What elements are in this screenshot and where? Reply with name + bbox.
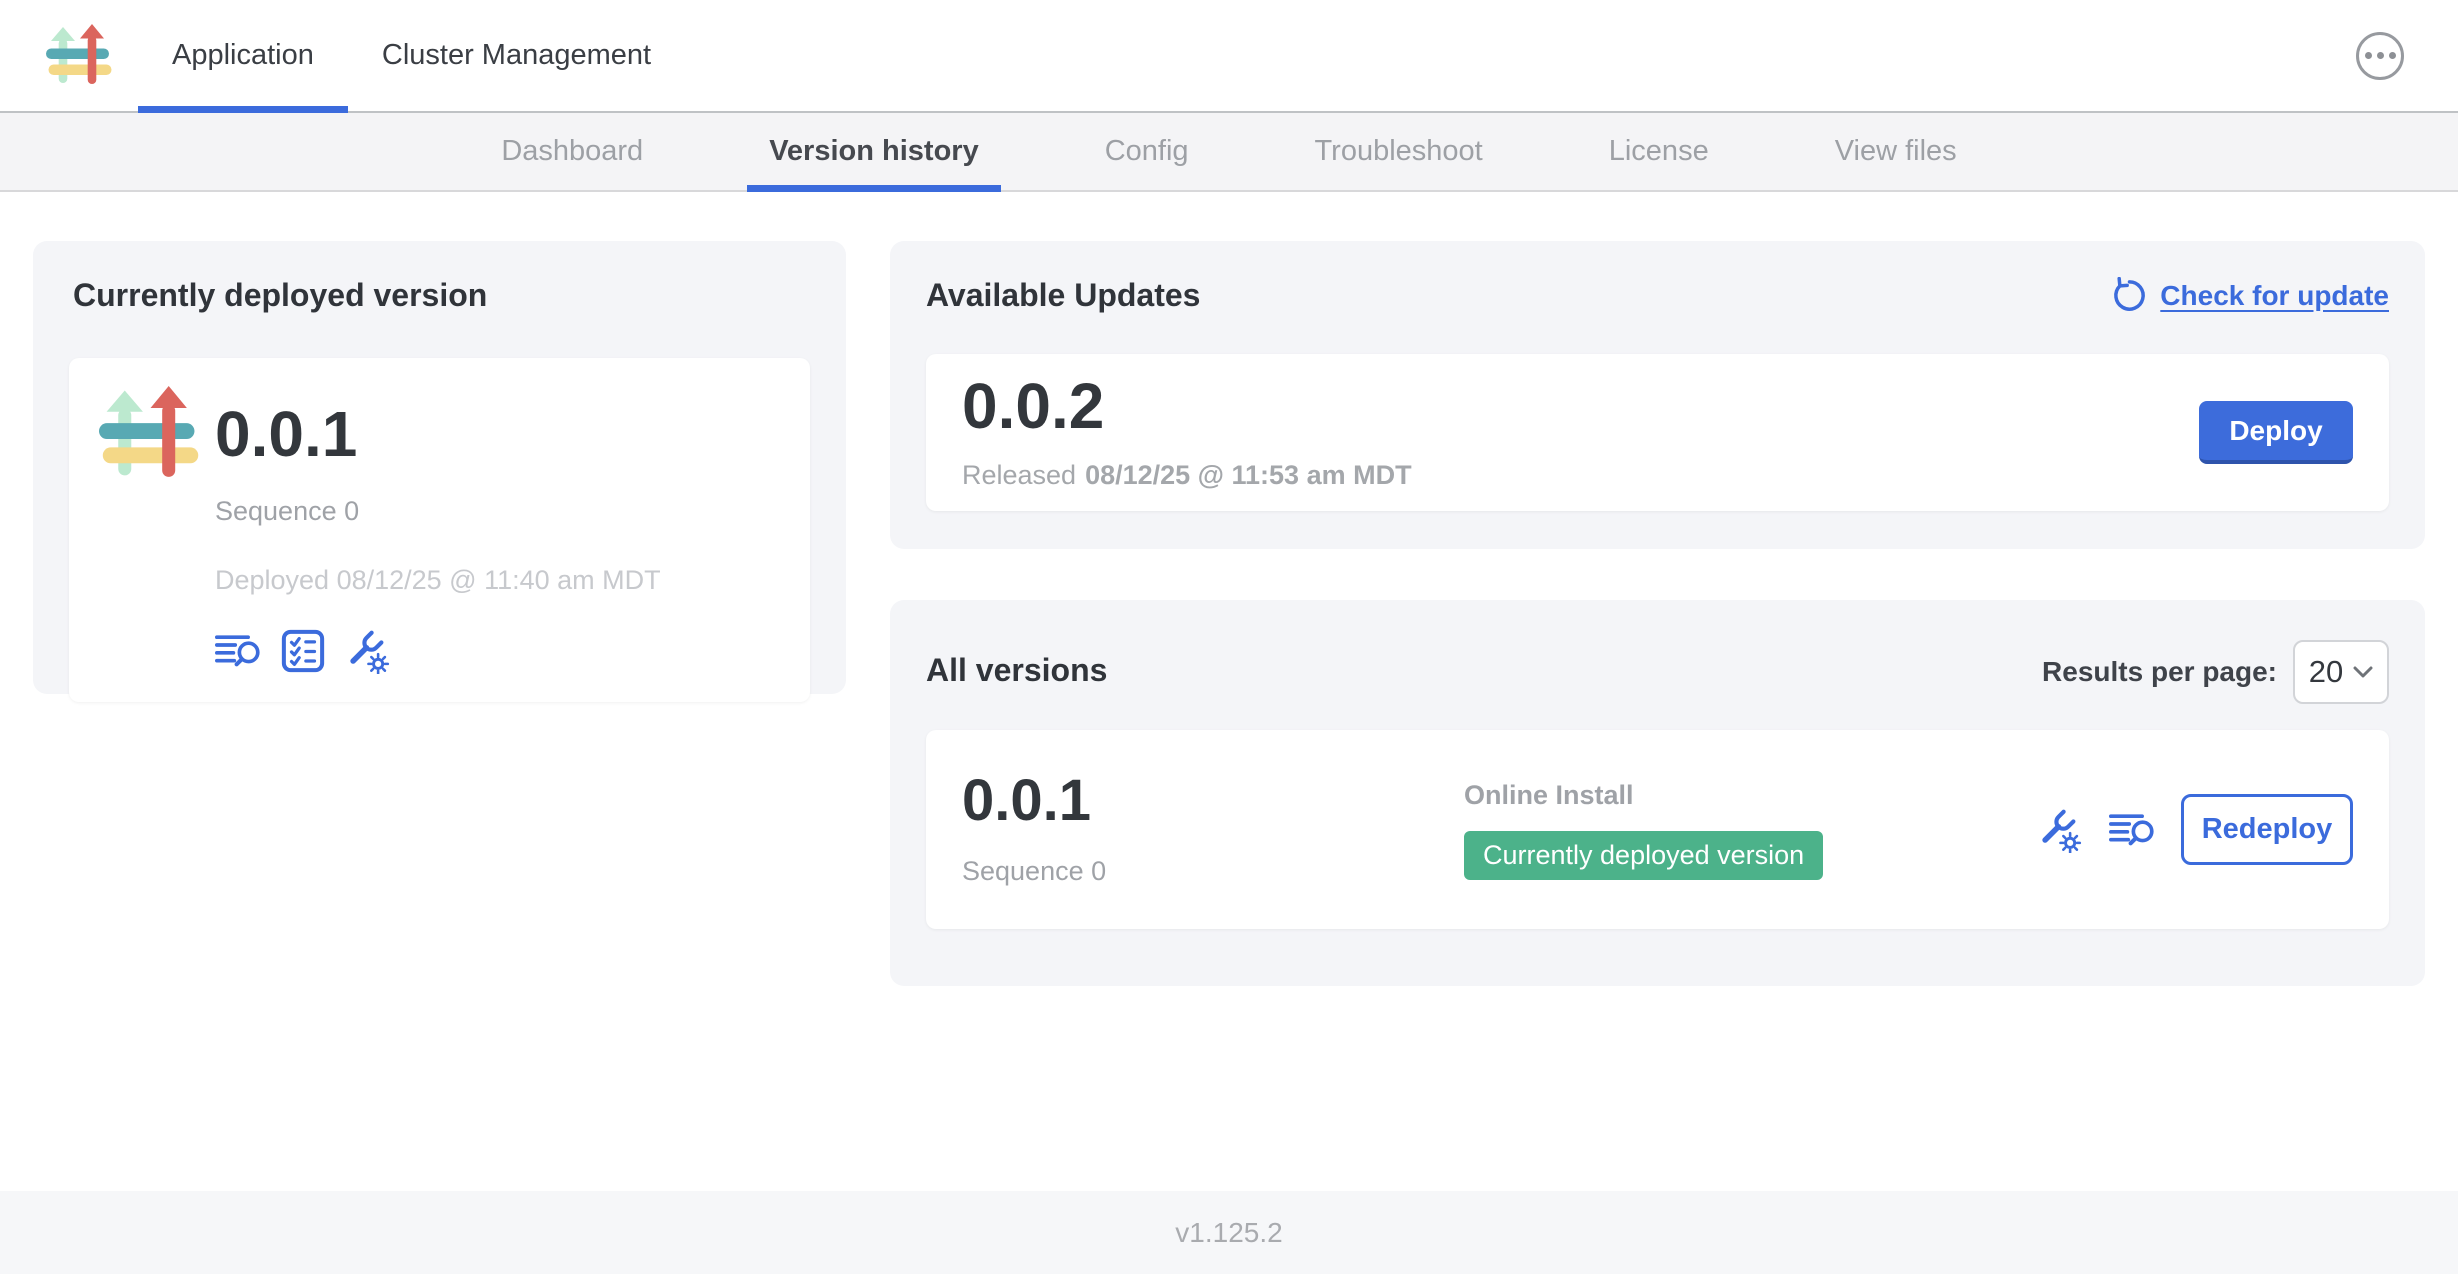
deployed-version-panel: 0.0.1 Sequence 0 Deployed 08/12/25 @ 11:…: [69, 358, 810, 702]
deployed-version-number: 0.0.1: [215, 402, 661, 466]
app-logo-icon: [46, 24, 112, 88]
results-per-page-value: 20: [2309, 654, 2343, 690]
all-versions-title: All versions: [926, 652, 1107, 689]
version-row-info: 0.0.1 Sequence 0: [962, 772, 1464, 887]
version-row-status: Online Install Currently deployed versio…: [1464, 780, 2037, 880]
available-updates-title: Available Updates: [926, 277, 1200, 314]
currently-deployed-card: Currently deployed version 0.0.1 Sequenc…: [33, 241, 846, 694]
update-released-line: Released 08/12/25 @ 11:53 am MDT: [962, 460, 1412, 491]
release-notes-icon: [2109, 810, 2155, 850]
top-tabs: Application Cluster Management: [138, 0, 685, 111]
chevron-down-icon: [2353, 666, 2373, 678]
results-per-page-select[interactable]: 20: [2293, 640, 2389, 704]
redeploy-button[interactable]: Redeploy: [2181, 794, 2353, 865]
preflight-checks-icon: [281, 629, 325, 673]
tab-config[interactable]: Config: [1083, 113, 1211, 190]
available-updates-card: Available Updates Check for update 0.0.2: [890, 241, 2425, 549]
released-prefix: Released: [962, 460, 1076, 490]
deploy-button[interactable]: Deploy: [2199, 401, 2353, 464]
overflow-menu-button[interactable]: [2356, 32, 2404, 80]
edit-config-icon: [2037, 807, 2083, 853]
app-subnav: Dashboard Version history Config Trouble…: [0, 113, 2458, 192]
version-row-actions: Redeploy: [2037, 794, 2353, 865]
deployed-card-title: Currently deployed version: [73, 277, 810, 314]
check-for-update-link[interactable]: Check for update: [2111, 277, 2389, 314]
ellipsis-icon: [2365, 52, 2372, 59]
version-row: 0.0.1 Sequence 0 Online Install Currentl…: [926, 730, 2389, 929]
tab-troubleshoot[interactable]: Troubleshoot: [1293, 113, 1505, 190]
currently-deployed-badge: Currently deployed version: [1464, 831, 1823, 880]
results-per-page: Results per page: 20: [2042, 640, 2389, 704]
deployed-actions: [215, 628, 661, 674]
app-logo-icon: [99, 386, 199, 483]
right-column: Available Updates Check for update 0.0.2: [890, 241, 2425, 986]
tab-dashboard[interactable]: Dashboard: [479, 113, 665, 190]
refresh-icon: [2111, 277, 2148, 314]
release-notes-icon: [215, 631, 261, 671]
update-row: 0.0.2 Released 08/12/25 @ 11:53 am MDT De…: [926, 354, 2389, 511]
top-navbar: Application Cluster Management: [0, 0, 2458, 113]
tab-version-history[interactable]: Version history: [747, 113, 1001, 190]
update-info: 0.0.2 Released 08/12/25 @ 11:53 am MDT: [962, 374, 1412, 491]
main-content: Currently deployed version 0.0.1 Sequenc…: [0, 192, 2458, 1191]
preflight-checks-button[interactable]: [281, 629, 325, 673]
tab-cluster-management[interactable]: Cluster Management: [348, 0, 685, 111]
tab-license[interactable]: License: [1587, 113, 1731, 190]
released-timestamp: 08/12/25 @ 11:53 am MDT: [1085, 460, 1412, 490]
deployed-timestamp: Deployed 08/12/25 @ 11:40 am MDT: [215, 565, 661, 596]
all-versions-card: All versions Results per page: 20 0.0.1 …: [890, 600, 2425, 986]
edit-config-button[interactable]: [2037, 807, 2083, 853]
app-logo: [46, 0, 112, 111]
tab-view-files[interactable]: View files: [1813, 113, 1979, 190]
release-notes-button[interactable]: [215, 631, 261, 671]
row-sequence: Sequence 0: [962, 856, 1464, 887]
deployed-sequence: Sequence 0: [215, 496, 661, 527]
console-version: v1.125.2: [1175, 1217, 1282, 1249]
row-version-number: 0.0.1: [962, 772, 1464, 830]
update-version-number: 0.0.2: [962, 374, 1412, 438]
tab-application[interactable]: Application: [138, 0, 348, 111]
install-type: Online Install: [1464, 780, 2037, 811]
check-for-update-label: Check for update: [2160, 280, 2389, 312]
release-notes-button[interactable]: [2109, 810, 2155, 850]
edit-config-icon: [345, 628, 391, 674]
edit-config-button[interactable]: [345, 628, 391, 674]
deployed-version-info: 0.0.1 Sequence 0 Deployed 08/12/25 @ 11:…: [215, 386, 661, 674]
footer: v1.125.2: [0, 1191, 2458, 1274]
deployed-column: Currently deployed version 0.0.1 Sequenc…: [33, 241, 846, 694]
results-per-page-label: Results per page:: [2042, 656, 2277, 688]
